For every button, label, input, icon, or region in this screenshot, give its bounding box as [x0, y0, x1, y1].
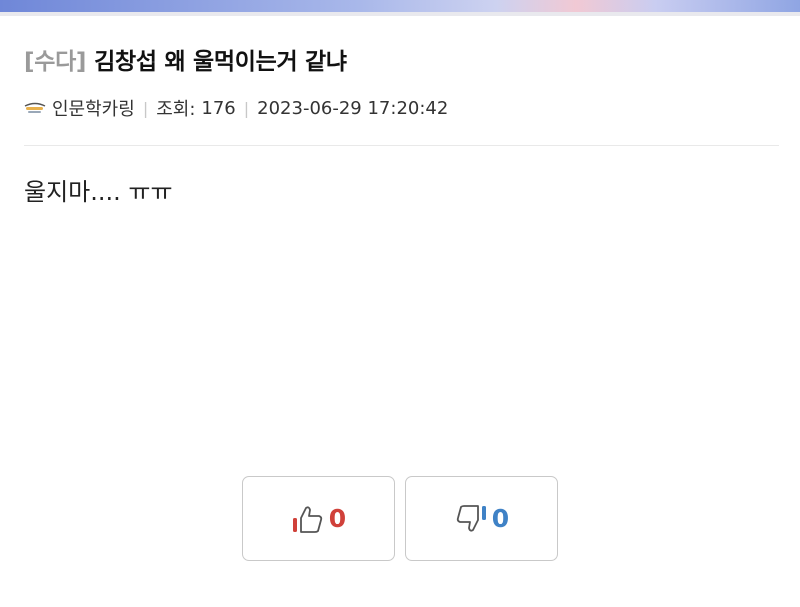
- content-divider: [24, 145, 779, 146]
- header-banner-image: [0, 0, 800, 16]
- post-datetime: 2023-06-29 17:20:42: [257, 97, 449, 119]
- views-count: 176: [201, 97, 236, 119]
- post-meta: 인문학카링 | 조회: 176 | 2023-06-29 17:20:42: [24, 96, 448, 120]
- downvote-count: 0: [491, 504, 510, 533]
- author-name[interactable]: 인문학카링: [52, 95, 135, 121]
- thumbs-up-icon: [292, 505, 322, 533]
- meta-divider: |: [243, 98, 250, 118]
- upvote-count: 0: [328, 504, 347, 533]
- views-label: 조회:: [156, 99, 196, 120]
- upvote-button[interactable]: 0: [242, 476, 395, 561]
- thumbs-down-icon: [456, 504, 486, 532]
- post-title: [수다] 김창섭 왜 울먹이는거 같냐: [24, 42, 347, 76]
- post-title-text: 김창섭 왜 울먹이는거 같냐: [94, 49, 347, 75]
- user-level-icon: [24, 102, 46, 113]
- post-body: 울지마.... ㅠㅠ: [24, 178, 173, 206]
- post-category: [수다]: [24, 49, 87, 75]
- downvote-button[interactable]: 0: [405, 476, 558, 561]
- meta-divider: |: [142, 98, 149, 118]
